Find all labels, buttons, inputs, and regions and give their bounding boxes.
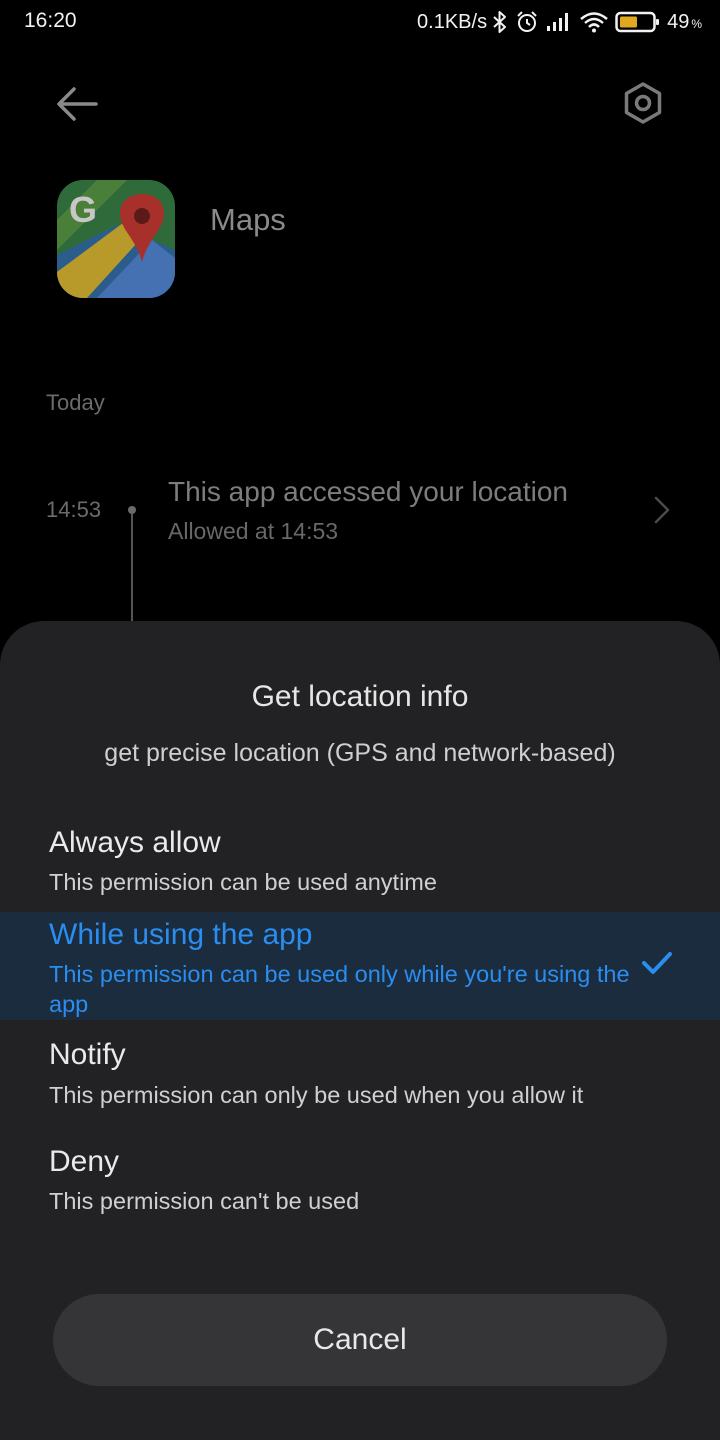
timeline-dot: [128, 506, 136, 514]
status-time: 16:20: [24, 9, 77, 32]
wifi-icon: [579, 11, 609, 33]
status-icons: 0.1KB/s 49 %: [417, 8, 702, 36]
svg-text:G: G: [69, 189, 97, 230]
option-description: This permission can only be used when yo…: [49, 1082, 584, 1108]
alarm-icon: [515, 10, 539, 34]
day-label: Today: [46, 390, 105, 415]
option-title: Notify: [49, 1038, 126, 1071]
chevron-right-icon[interactable]: [652, 494, 672, 526]
option-title: Deny: [49, 1145, 120, 1178]
option-description: This permission can't be used: [49, 1188, 360, 1214]
battery-percent: 49%: [667, 10, 702, 33]
cancel-button[interactable]: Cancel: [53, 1294, 667, 1386]
option-deny[interactable]: Deny This permission can't be used: [0, 1136, 720, 1232]
signal-icon: [545, 11, 573, 33]
battery-icon: [615, 10, 661, 34]
option-while-using-app[interactable]: While using the app This permission can …: [0, 912, 720, 1020]
option-title: Always allow: [49, 826, 221, 859]
hexagon-settings-icon: [624, 82, 662, 124]
settings-button[interactable]: [620, 80, 666, 126]
event-subtitle: Allowed at 14:53: [168, 518, 339, 544]
back-button[interactable]: [54, 84, 100, 124]
event-time: 14:53: [46, 497, 102, 522]
event-title[interactable]: This app accessed your location: [168, 476, 568, 508]
arrow-left-icon: [57, 87, 98, 121]
checkmark-icon: [641, 950, 673, 976]
app-name: Maps: [210, 202, 286, 237]
google-maps-icon: G: [57, 180, 175, 298]
sheet-title: Get location info: [251, 680, 469, 713]
status-bar: 16:20 0.1KB/s 49 %: [0, 0, 720, 44]
network-speed: 0.1KB/s: [417, 10, 488, 33]
option-description: This permission can be used only while y…: [49, 961, 630, 1017]
timeline-line: [131, 514, 133, 624]
option-description: This permission can be used anytime: [49, 869, 437, 895]
option-always-allow[interactable]: Always allow This permission can be used…: [0, 814, 720, 912]
option-title: While using the app: [49, 918, 313, 951]
bluetooth-icon: [491, 10, 509, 34]
sheet-subtitle: get precise location (GPS and network-ba…: [104, 739, 616, 767]
option-notify[interactable]: Notify This permission can only be used …: [0, 1030, 720, 1126]
